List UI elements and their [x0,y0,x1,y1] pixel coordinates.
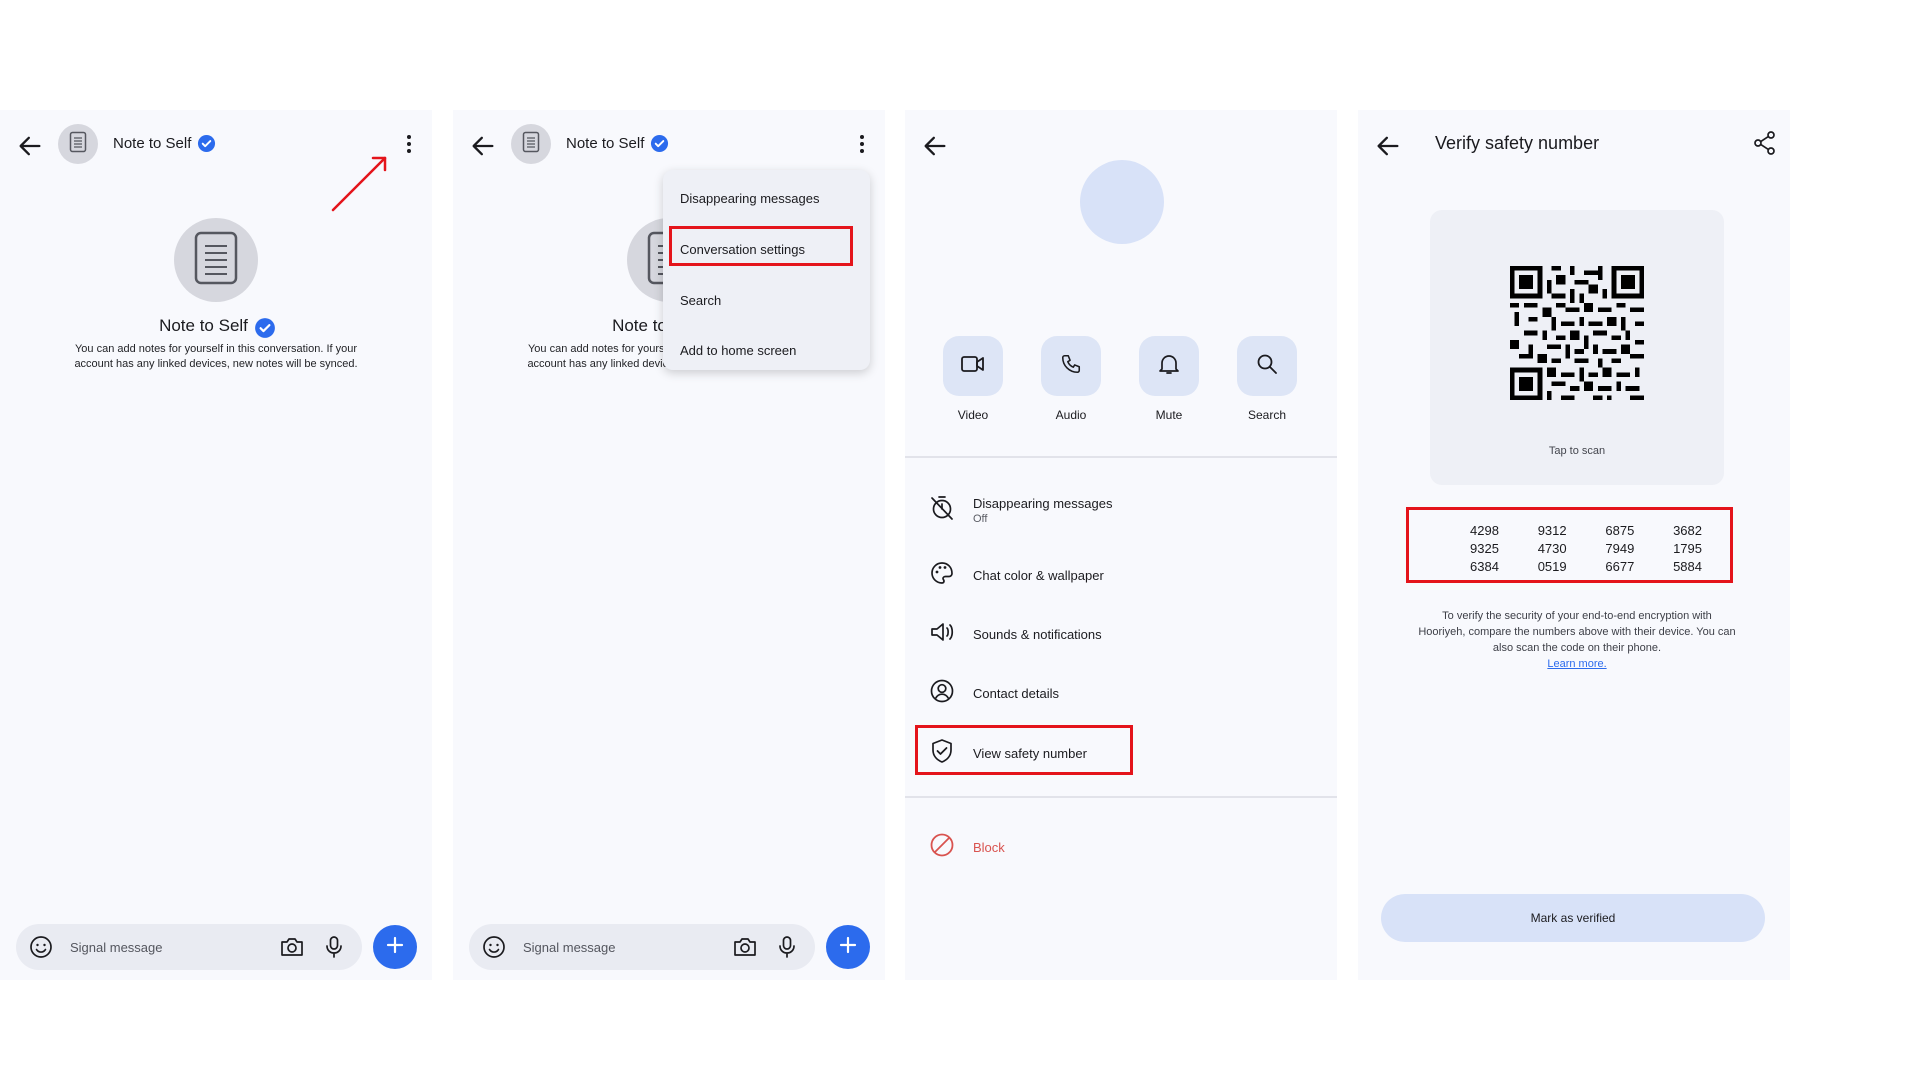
action-label: Search [1247,408,1287,422]
learn-more-link[interactable]: Learn more. [1547,658,1606,670]
phone-icon [1060,353,1082,380]
row-label: Contact details [973,686,1059,701]
menu-item-add-to-home-screen[interactable]: Add to home screen [680,343,796,358]
action-label: Video [957,408,989,422]
more-options-icon[interactable] [850,130,874,158]
verify-description-text: To verify the security of your end-to-en… [1418,610,1736,654]
contact-avatar [1080,160,1164,244]
microphone-icon[interactable] [777,935,797,964]
conversation-title-text: Note to Self [566,135,645,152]
bell-icon [1158,352,1180,381]
highlight-box [1406,507,1733,583]
message-composer[interactable]: Signal message [469,924,815,970]
mute-button[interactable] [1139,336,1199,396]
divider [905,796,1337,798]
menu-item-disappearing-messages[interactable]: Disappearing messages [680,191,819,206]
qr-code [1510,266,1644,400]
message-input-placeholder[interactable]: Signal message [523,940,616,955]
settings-row-disappearing-messages[interactable]: Disappearing messages Off [929,495,1112,526]
page-title: Verify safety number [1435,133,1600,153]
highlight-box [669,226,853,266]
timer-off-icon [929,495,955,526]
note-icon [522,131,540,158]
back-arrow-icon[interactable] [469,132,497,160]
note-icon [69,131,87,158]
person-icon [929,678,955,709]
video-call-action[interactable]: Video [943,336,1003,422]
avatar[interactable] [511,124,551,164]
plus-icon [838,935,858,960]
emoji-icon[interactable] [482,935,506,964]
microphone-icon[interactable] [324,935,344,964]
search-action[interactable]: Search [1237,336,1297,422]
verified-badge-icon [197,134,216,153]
mark-as-verified-button[interactable]: Mark as verified [1381,894,1765,942]
camera-icon[interactable] [279,935,305,964]
emoji-icon[interactable] [29,935,53,964]
message-composer[interactable]: Signal message [16,924,362,970]
video-button[interactable] [943,336,1003,396]
chat-heading-text: Note to Self [159,316,248,335]
block-label: Block [973,840,1005,855]
chat-heading: Note to Self [0,316,432,338]
more-options-icon[interactable] [397,130,421,158]
search-button[interactable] [1237,336,1297,396]
verify-safety-number-panel: Verify safety number Tap to scan 4298 93… [1358,110,1790,980]
chat-description: You can add notes for yourself in this c… [74,343,358,370]
video-icon [960,354,986,379]
conversation-title[interactable]: Note to Self [113,134,216,153]
speaker-icon [929,619,955,650]
row-label: Disappearing messages [973,496,1113,511]
qr-code-card[interactable]: Tap to scan [1430,210,1724,485]
chat-overflow-menu-panel: Note to Self Note to Self You can add no… [453,110,885,980]
action-label: Mute [1155,408,1183,422]
row-label: Sounds & notifications [973,627,1102,642]
conversation-title-text: Note to Self [113,135,192,152]
block-icon [929,832,955,863]
conversation-settings-panel: Video Audio Mute Search Disappearing mes… [905,110,1337,980]
message-input-placeholder[interactable]: Signal message [70,940,163,955]
attach-button[interactable] [373,925,417,969]
back-arrow-icon[interactable] [16,132,44,160]
settings-row-chat-color[interactable]: Chat color & wallpaper [929,560,1104,591]
back-arrow-icon[interactable] [921,132,949,160]
note-to-self-chat-panel: Note to Self Note to Self You can add no… [0,110,432,980]
attach-button[interactable] [826,925,870,969]
divider [905,456,1337,458]
menu-item-search[interactable]: Search [680,293,721,308]
mute-action[interactable]: Mute [1139,336,1199,422]
settings-row-sounds[interactable]: Sounds & notifications [929,619,1102,650]
search-icon [1256,353,1278,380]
camera-icon[interactable] [732,935,758,964]
verify-description: To verify the security of your end-to-en… [1418,608,1736,672]
back-arrow-icon[interactable] [1374,132,1402,160]
tap-to-scan-label: Tap to scan [1548,445,1606,457]
audio-call-action[interactable]: Audio [1041,336,1101,422]
settings-row-contact-details[interactable]: Contact details [929,678,1059,709]
plus-icon [385,935,405,960]
verified-badge-icon [254,317,275,338]
block-button[interactable]: Block [929,832,1005,863]
verified-badge-icon [650,134,669,153]
row-sublabel: Off [973,513,988,525]
avatar[interactable] [58,124,98,164]
share-icon[interactable] [1752,130,1778,161]
audio-button[interactable] [1041,336,1101,396]
conversation-title[interactable]: Note to Self [566,134,669,153]
palette-icon [929,560,955,591]
red-arrow-annotation-icon [325,150,395,221]
note-icon [193,230,239,291]
overflow-menu: Disappearing messages Conversation setti… [663,170,870,370]
large-avatar [174,218,258,302]
action-label: Audio [1055,408,1087,422]
highlight-box [915,725,1133,775]
row-label: Chat color & wallpaper [973,568,1104,583]
